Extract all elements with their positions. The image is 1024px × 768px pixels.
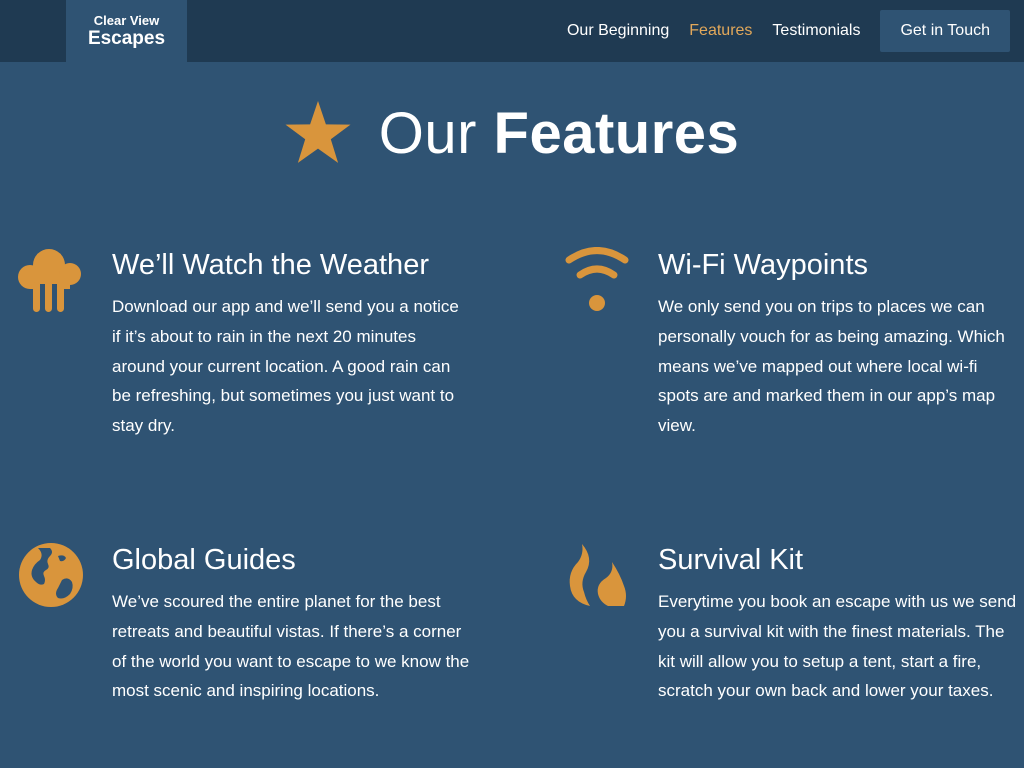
feature-title: We’ll Watch the Weather <box>112 249 429 281</box>
feature-body: Everytime you book an escape with us we … <box>658 592 1017 701</box>
feature-body: We’ve scoured the entire planet for the … <box>112 592 470 701</box>
feature-body: We only send you on trips to places we c… <box>658 297 1005 436</box>
logo-bottom-text: Escapes <box>87 27 166 49</box>
navbar: Clear View Escapes Our Beginning Feature… <box>0 0 1024 62</box>
section-title-bold: Features <box>493 100 740 166</box>
feature-global-guides: Global Guides We’ve scoured the entire p… <box>19 542 472 706</box>
feature-wifi: Wi-Fi Waypoints We only send you on trip… <box>565 247 1018 441</box>
fire-icon <box>569 544 626 606</box>
feature-survival-kit: Survival Kit Everytime you book an escap… <box>569 542 1018 706</box>
section-heading: Our Features <box>0 92 1024 174</box>
nav-link-testimonials[interactable]: Testimonials <box>772 22 860 40</box>
nav-link-features[interactable]: Features <box>689 22 752 40</box>
feature-body: Download our app and we’ll send you a no… <box>112 297 459 436</box>
feature-title: Global Guides <box>112 544 296 576</box>
nav-links: Our Beginning Features Testimonials Get … <box>567 10 1010 52</box>
wifi-icon <box>565 247 629 311</box>
feature-title: Wi-Fi Waypoints <box>658 249 868 281</box>
feature-title: Survival Kit <box>658 544 804 576</box>
nav-link-our-beginning[interactable]: Our Beginning <box>567 22 669 40</box>
site-logo[interactable]: Clear View Escapes <box>66 0 187 62</box>
globe-icon <box>19 543 83 607</box>
section-title-light: Our <box>378 100 477 166</box>
star-icon <box>285 101 351 163</box>
rain-cloud-icon <box>18 249 81 313</box>
get-in-touch-button[interactable]: Get in Touch <box>880 10 1010 52</box>
section-title: Our Features <box>379 100 740 167</box>
feature-weather: We’ll Watch the Weather Download our app… <box>18 247 472 441</box>
logo-top-text: Clear View <box>93 12 160 28</box>
